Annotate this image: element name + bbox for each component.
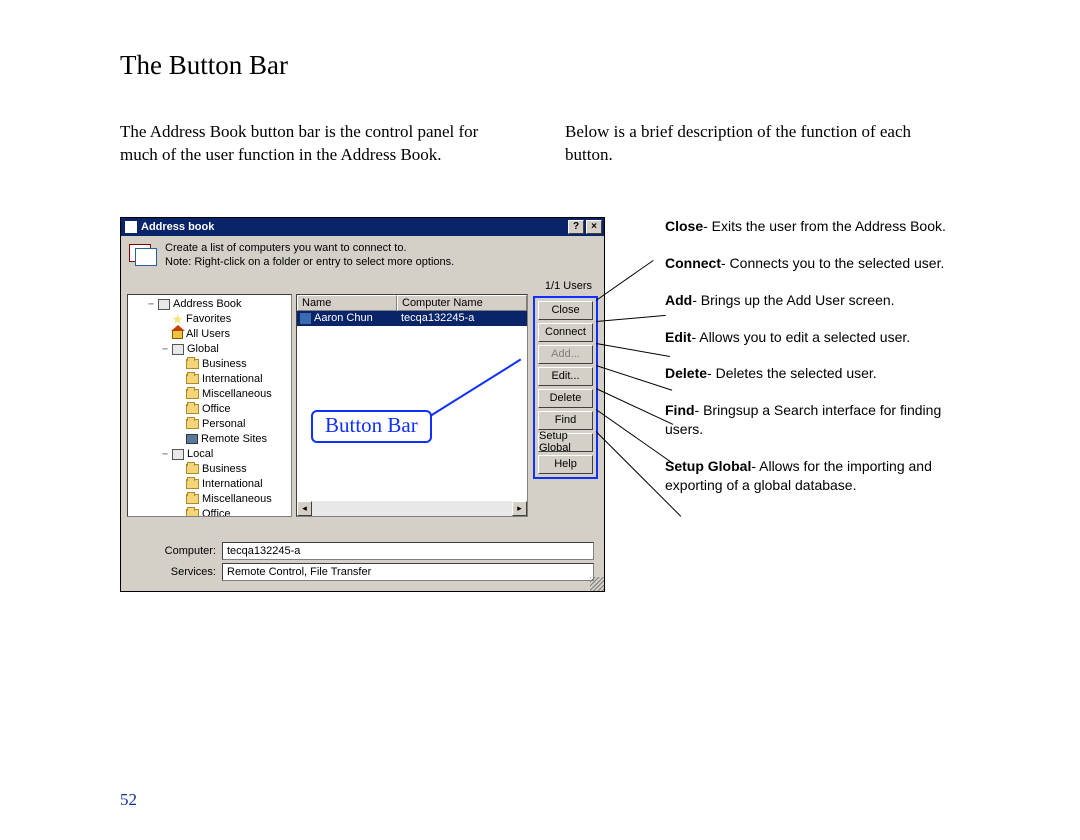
computer-label: Computer: (161, 545, 216, 557)
desc-item: Connect- Connects you to the selected us… (665, 254, 955, 273)
app-icon (125, 221, 137, 233)
titlebar-help-button[interactable]: ? (568, 220, 584, 234)
close-button[interactable]: Close (538, 301, 593, 320)
delete-button[interactable]: Delete (538, 389, 593, 408)
page-heading: The Button Bar (120, 50, 960, 81)
book-icon (172, 449, 184, 460)
home-icon (172, 330, 183, 339)
folder-icon (186, 419, 199, 429)
desc-item: Edit- Allows you to edit a selected user… (665, 328, 955, 347)
scroll-right-icon[interactable]: ▸ (512, 501, 527, 516)
tree-label: All Users (186, 328, 230, 340)
button-bar: Close Connect Add... Edit... Delete Find… (533, 296, 598, 479)
folder-icon (186, 359, 199, 369)
tree-item[interactable]: International (130, 372, 289, 387)
col-name[interactable]: Name (297, 295, 397, 311)
tree-label: Office (202, 508, 231, 517)
lead-line (596, 343, 670, 357)
folder-icon (186, 494, 199, 504)
col-computer[interactable]: Computer Name (397, 295, 527, 311)
edit-button[interactable]: Edit... (538, 367, 593, 386)
book-icon (172, 344, 184, 355)
tree-item[interactable]: −Global (130, 342, 289, 357)
intro-left: The Address Book button bar is the contr… (120, 121, 515, 167)
tree-item[interactable]: Remote Sites (130, 432, 289, 447)
tree-label: Personal (202, 418, 245, 430)
tree-label: Local (187, 448, 213, 460)
help-button[interactable]: Help (538, 455, 593, 474)
tree-label: Business (202, 463, 247, 475)
desc-item: Close- Exits the user from the Address B… (665, 217, 955, 236)
tree-item[interactable]: −Address Book (130, 297, 289, 312)
tree-item[interactable]: All Users (130, 327, 289, 342)
tree-label: Miscellaneous (202, 493, 272, 505)
add-button[interactable]: Add... (538, 345, 593, 364)
computer-field[interactable]: tecqa132245-a (222, 542, 594, 560)
callout-label: Button Bar (311, 410, 432, 443)
tree-item[interactable]: Business (130, 357, 289, 372)
page-number: 52 (120, 790, 137, 810)
row-computer: tecqa132245-a (397, 312, 527, 324)
tree-label: International (202, 373, 263, 385)
desc-item: Delete- Deletes the selected user. (665, 364, 955, 383)
folder-icon (186, 464, 199, 474)
row-name: Aaron Chun (314, 312, 373, 324)
book-icon (158, 299, 170, 310)
star-icon (172, 314, 183, 325)
desc-item: Add- Brings up the Add User screen. (665, 291, 955, 310)
tree-item[interactable]: Miscellaneous (130, 387, 289, 402)
user-count: 1/1 Users (545, 280, 592, 292)
lead-line (596, 315, 666, 322)
tree-label: International (202, 478, 263, 490)
tree-item[interactable]: International (130, 477, 289, 492)
resize-grip-icon[interactable] (590, 577, 604, 591)
window-title: Address book (141, 221, 214, 233)
button-descriptions: Close- Exits the user from the Address B… (665, 217, 955, 513)
folder-icon (186, 479, 199, 489)
tree-label: Address Book (173, 298, 241, 310)
services-field[interactable]: Remote Control, File Transfer (222, 563, 594, 581)
tree-item[interactable]: Personal (130, 417, 289, 432)
intro-right: Below is a brief description of the func… (565, 121, 960, 167)
tree-item[interactable]: Office (130, 402, 289, 417)
find-button[interactable]: Find (538, 411, 593, 430)
folder-icon (186, 389, 199, 399)
tree-item[interactable]: −Local (130, 447, 289, 462)
tree-label: Favorites (186, 313, 231, 325)
desc-item: Setup Global- Allows for the importing a… (665, 457, 955, 495)
tree-label: Miscellaneous (202, 388, 272, 400)
titlebar-close-button[interactable]: × (586, 220, 602, 234)
lead-line (596, 365, 672, 391)
tree-item[interactable]: Business (130, 462, 289, 477)
tree-item[interactable]: Office (130, 507, 289, 517)
address-book-dialog: Address book ? × Create a list of comput… (120, 217, 605, 592)
tree-item[interactable]: Miscellaneous (130, 492, 289, 507)
list-header[interactable]: Name Computer Name (297, 295, 527, 311)
folder-icon (186, 374, 199, 384)
address-book-icon (127, 242, 157, 264)
services-label: Services: (161, 566, 216, 578)
folder-icon (186, 404, 199, 414)
h-scrollbar[interactable]: ◂ ▸ (297, 501, 527, 516)
tree-label: Business (202, 358, 247, 370)
desc-item: Find- Bringsup a Search interface for fi… (665, 401, 955, 439)
list-row[interactable]: Aaron Chun tecqa132245-a (297, 311, 527, 326)
tree-label: Remote Sites (201, 433, 267, 445)
folder-tree[interactable]: −Address BookFavoritesAll Users−GlobalBu… (127, 294, 292, 517)
lead-line (596, 409, 674, 464)
tree-item[interactable]: Favorites (130, 312, 289, 327)
connect-button[interactable]: Connect (538, 323, 593, 342)
user-icon (300, 313, 311, 324)
user-list[interactable]: Name Computer Name Aaron Chun tecqa13224… (296, 294, 528, 517)
scroll-left-icon[interactable]: ◂ (297, 501, 312, 516)
tree-label: Global (187, 343, 219, 355)
tree-label: Office (202, 403, 231, 415)
lead-line (596, 388, 673, 425)
lead-line (596, 260, 654, 301)
setup-global-button[interactable]: Setup Global (538, 433, 593, 452)
mon-icon (186, 434, 198, 444)
titlebar[interactable]: Address book ? × (121, 218, 604, 236)
folder-icon (186, 509, 199, 517)
hint-text: Create a list of computers you want to c… (165, 242, 454, 270)
